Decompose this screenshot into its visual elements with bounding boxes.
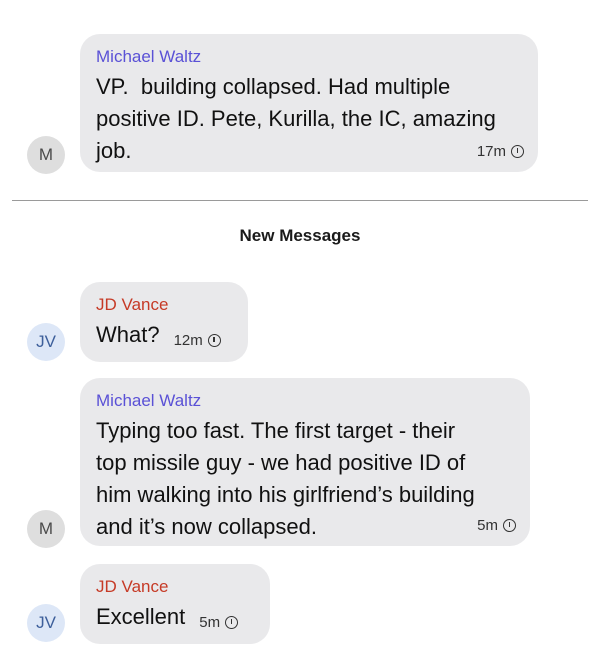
avatar-initials: JV <box>36 332 56 351</box>
message-bubble[interactable]: JD Vance Excellent 5m <box>80 564 270 644</box>
message-timestamp: 17m <box>477 143 524 160</box>
message-timestamp: 5m <box>199 614 239 631</box>
divider <box>12 200 588 201</box>
message-text: Typing too fast. The first target - thei… <box>96 418 475 539</box>
sender-name: Michael Waltz <box>96 47 202 66</box>
message-bubble[interactable]: Michael Waltz VP. building collapsed. Ha… <box>80 34 538 172</box>
timestamp-label: 5m <box>477 517 498 534</box>
avatar-initials: JV <box>36 613 56 632</box>
timestamp-label: 12m <box>173 332 203 349</box>
sender-name: JD Vance <box>96 577 169 596</box>
avatar[interactable]: M <box>27 510 65 548</box>
clock-icon <box>511 145 524 158</box>
avatar-initials: M <box>38 145 54 164</box>
new-messages-label: New Messages <box>239 226 361 245</box>
avatar[interactable]: JV <box>27 323 65 361</box>
sender-name: JD Vance <box>96 295 169 314</box>
clock-icon <box>503 519 516 532</box>
message-bubble[interactable]: JD Vance What? 12m <box>80 282 248 362</box>
avatar[interactable]: M <box>27 136 65 174</box>
message-bubble[interactable]: Michael Waltz Typing too fast. The first… <box>80 378 530 546</box>
avatar[interactable]: JV <box>27 604 65 642</box>
sender-name: Michael Waltz <box>96 391 202 410</box>
message-timestamp: 5m <box>477 517 516 534</box>
message-text: VP. building collapsed. Had multiple pos… <box>96 74 496 163</box>
message-text: Excellent <box>96 604 186 629</box>
avatar-initials: M <box>38 519 54 538</box>
message-timestamp: 12m <box>174 332 221 349</box>
message-text: What? <box>96 322 160 347</box>
clock-icon <box>207 334 221 347</box>
timestamp-label: 17m <box>476 143 506 160</box>
clock-icon <box>225 616 239 629</box>
timestamp-label: 5m <box>199 614 221 631</box>
